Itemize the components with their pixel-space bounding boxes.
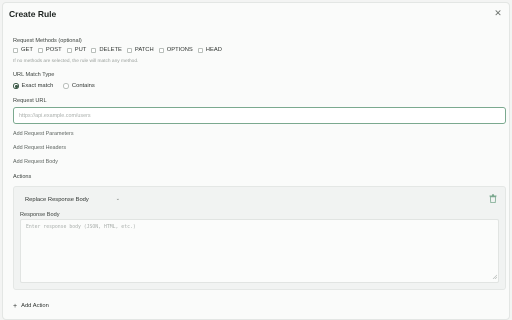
radio-exact-match[interactable]: Exact match	[13, 83, 53, 89]
dialog-title: Create Rule	[9, 9, 57, 19]
checkbox[interactable]	[126, 47, 132, 53]
resize-grip-icon[interactable]	[492, 274, 497, 279]
response-body-textarea[interactable]	[20, 219, 499, 283]
checkbox[interactable]	[91, 47, 97, 53]
add-request-parameters-link[interactable]: Add Request Parameters	[13, 131, 74, 137]
method-label: OPTIONS	[166, 47, 193, 53]
checkbox[interactable]	[197, 47, 203, 53]
method-label: POST	[45, 47, 62, 53]
methods-hint: If no methods are selected, the rule wil…	[13, 59, 139, 64]
action-type-value: Replace Response Body	[25, 197, 89, 203]
add-action-button[interactable]: + Add Action	[13, 300, 49, 312]
trash-icon[interactable]	[489, 194, 497, 203]
radio-label: Exact match	[21, 83, 54, 89]
method-label: DELETE	[99, 47, 122, 53]
add-request-headers-link[interactable]: Add Request Headers	[13, 145, 66, 151]
method-label: PUT	[74, 47, 87, 53]
method-label: HEAD	[205, 47, 222, 53]
checkbox[interactable]	[158, 47, 164, 53]
radio-contains[interactable]: Contains	[63, 83, 95, 89]
checkbox[interactable]	[37, 47, 43, 53]
method-head[interactable]: HEAD	[197, 47, 222, 53]
action-type-select[interactable]: Replace Response Body ⌄	[20, 194, 120, 206]
url-match-type-label: URL Match Type	[13, 72, 55, 78]
checkbox[interactable]	[66, 47, 72, 53]
radio-unselected[interactable]	[63, 83, 69, 89]
method-delete[interactable]: DELETE	[91, 47, 122, 53]
radio-label: Contains	[71, 83, 95, 89]
checkbox[interactable]	[13, 47, 18, 53]
method-label: PATCH	[134, 47, 154, 53]
method-post[interactable]: POST	[37, 47, 62, 53]
method-checkbox-group: GET POST PUT DELETE PATCH OPTIONS HEAD	[13, 47, 224, 53]
response-body-label: Response Body	[20, 212, 60, 218]
action-card: Replace Response Body ⌄ Response Body	[13, 186, 506, 290]
method-get[interactable]: GET	[13, 47, 33, 53]
chevron-down-icon: ⌄	[115, 196, 120, 202]
radio-selected[interactable]	[13, 83, 19, 89]
add-request-body-link[interactable]: Add Request Body	[13, 159, 58, 165]
request-methods-label: Request Methods (optional)	[13, 38, 82, 44]
method-put[interactable]: PUT	[66, 47, 87, 53]
match-type-radio-group: Exact match Contains	[13, 83, 95, 89]
request-url-input[interactable]	[13, 107, 506, 124]
request-url-label: Request URL	[13, 98, 47, 104]
method-options[interactable]: OPTIONS	[158, 47, 193, 53]
create-rule-dialog: Create Rule ✕ Request Methods (optional)…	[2, 2, 510, 320]
plus-icon: +	[13, 302, 18, 310]
close-icon[interactable]: ✕	[493, 8, 503, 18]
method-label: GET	[21, 47, 33, 53]
actions-label: Actions	[13, 174, 32, 180]
add-action-label: Add Action	[21, 303, 49, 309]
method-patch[interactable]: PATCH	[126, 47, 154, 53]
